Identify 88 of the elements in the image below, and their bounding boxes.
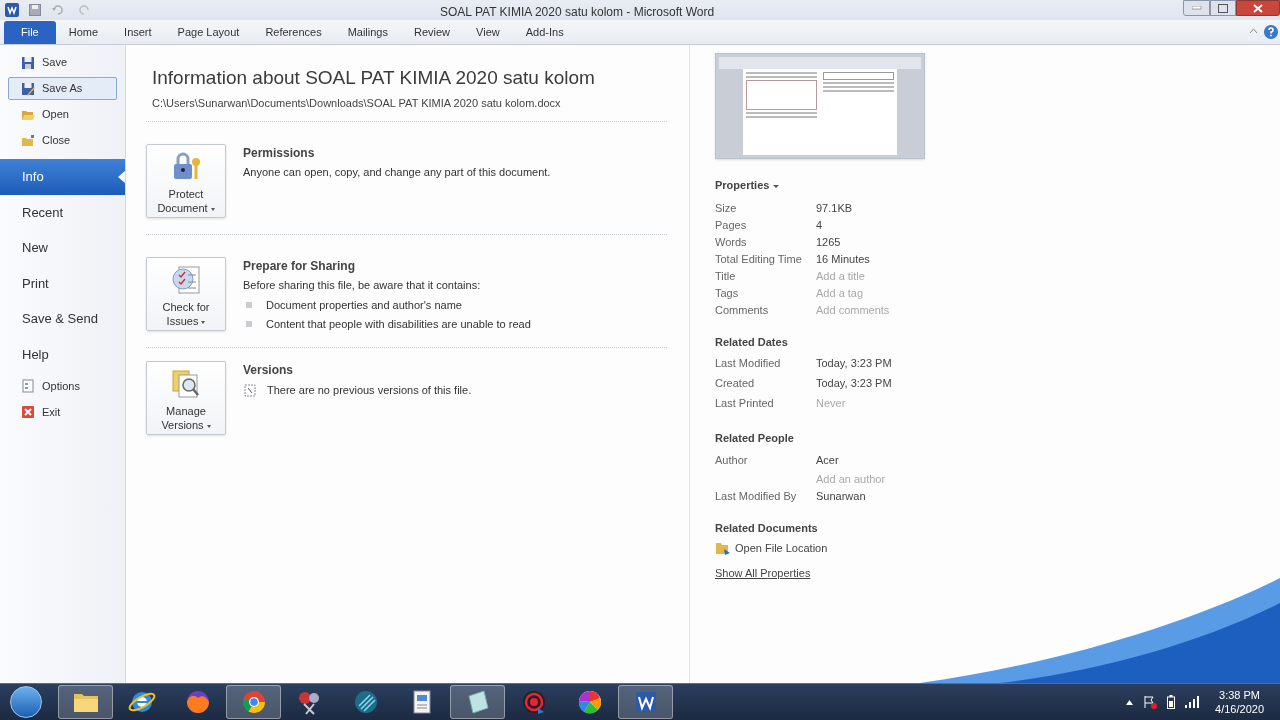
document-icon	[243, 383, 257, 397]
floppy-pencil-icon	[21, 81, 35, 96]
show-hidden-icons-icon[interactable]	[1126, 699, 1134, 705]
folder-icon	[21, 133, 35, 148]
property-value: Today, 3:23 PM	[816, 356, 892, 371]
maximize-icon	[1218, 3, 1228, 13]
word-app-icon[interactable]	[5, 3, 19, 17]
bullet-icon	[246, 321, 252, 328]
menu-item[interactable]: Save As	[8, 77, 117, 100]
menu-item[interactable]: Help	[0, 336, 125, 373]
property-label: Last Modified By	[715, 488, 798, 504]
property-value: Today, 3:23 PM	[816, 376, 892, 391]
info-heading: Information about SOAL PAT KIMIA 2020 satu kolom	[152, 66, 596, 90]
menu-item[interactable]: Open	[8, 103, 117, 126]
menu-item[interactable]: Info	[0, 159, 125, 195]
ribbon-tab[interactable]: Page Layout	[164, 21, 253, 44]
close-icon	[1253, 3, 1263, 13]
minimize-icon	[1191, 6, 1202, 10]
group-heading: Related People	[715, 431, 795, 446]
bullet-icon	[246, 301, 252, 308]
clock[interactable]: 3:38 PM 4/16/2020	[1215, 688, 1264, 716]
versions-note: There are no previous versions of this file.	[267, 383, 472, 398]
bullet-text: Content that people with disabilities are unable to read	[266, 317, 531, 332]
section-title: Versions	[243, 362, 295, 379]
start-button[interactable]	[10, 686, 42, 718]
property-value: Sunarwan	[816, 488, 866, 504]
property-label: Comments	[715, 302, 770, 318]
menu-item[interactable]: Save & Send	[0, 301, 125, 337]
document-icon	[21, 379, 35, 394]
document-thumbnail[interactable]	[715, 53, 925, 159]
close-button[interactable]	[1236, 0, 1280, 16]
help-icon[interactable]	[1264, 25, 1278, 39]
property-label: Words	[715, 234, 748, 250]
menu-item[interactable]: Close	[8, 129, 117, 152]
ribbon-tab[interactable]: Add-Ins	[512, 21, 577, 44]
bullet-text: Document properties and author's name	[266, 297, 462, 313]
documents-magnifier-icon	[170, 368, 202, 400]
ribbon-tab[interactable]: Home	[55, 21, 112, 44]
property-label: Last Printed	[715, 396, 775, 411]
ribbon-tab[interactable]: File	[4, 21, 56, 44]
group-heading: Related Documents	[715, 520, 819, 536]
ribbon-tab[interactable]: View	[463, 21, 513, 44]
property-label: Total Editing Time	[715, 251, 803, 267]
info-action-button[interactable]: Check for Issues	[146, 257, 226, 331]
section-text: Anyone can open, copy, and change any part of this document.	[243, 165, 551, 180]
menu-item[interactable]: New	[0, 230, 125, 266]
ribbon-tab[interactable]: Mailings	[334, 21, 401, 44]
save-icon[interactable]	[29, 4, 41, 16]
ribbon-tab[interactable]: Insert	[111, 21, 165, 44]
property-label: Pages	[715, 217, 748, 233]
close-icon	[21, 405, 35, 420]
property-label: Author	[715, 452, 749, 468]
collapse-ribbon-icon[interactable]	[1249, 28, 1258, 34]
info-action-button[interactable]: Manage Versions	[146, 361, 226, 435]
folder-arrow-icon	[715, 540, 731, 557]
info-action-button[interactable]: Protect Document	[146, 144, 226, 218]
group-heading: Related Dates	[715, 334, 789, 350]
menu-item[interactable]: Print	[0, 265, 125, 302]
taskbar-button[interactable]	[618, 685, 673, 719]
property-value: Acer	[816, 452, 840, 468]
menu-item[interactable]: Save	[8, 51, 117, 74]
menu-item[interactable]: Options	[8, 374, 117, 398]
file-path: C:\Users\Sunarwan\Documents\Downloads\SOAL PAT KIMIA 2020 satu kolom.docx	[152, 95, 562, 111]
maximize-button[interactable]	[1210, 0, 1236, 16]
window-title: SOAL PAT KIMIA 2020 satu kolom - Microsoft Word	[440, 4, 715, 21]
show-all-properties-link[interactable]: Show All Properties	[715, 564, 811, 581]
section-title: Permissions	[243, 145, 316, 162]
property-label: Last Modified	[715, 356, 782, 371]
property-label: Size	[715, 200, 738, 216]
section-text: Before sharing this file, be aware that it contains:	[243, 278, 482, 293]
property-label: Title	[715, 268, 737, 284]
properties-dropdown[interactable]: Properties	[715, 177, 780, 194]
section-title: Prepare for Sharing	[243, 258, 357, 275]
menu-item[interactable]: Exit	[8, 400, 117, 424]
property-value: 4	[816, 217, 823, 233]
property-value: 97.1KB	[816, 200, 853, 216]
property-label: Tags	[715, 285, 740, 301]
property-value: 16 Minutes	[816, 251, 870, 267]
flag-icon[interactable]	[1143, 695, 1158, 709]
menu-item[interactable]: Recent	[0, 194, 125, 231]
property-value: 1265	[816, 234, 841, 250]
ribbon-tab[interactable]: Review	[401, 21, 464, 44]
property-label: Created	[715, 376, 756, 391]
checklist-document-icon	[170, 264, 202, 296]
open-file-location-link[interactable]: Open File Location	[715, 540, 1280, 557]
ribbon-tab[interactable]: References	[252, 21, 335, 44]
signal-icon[interactable]	[1185, 696, 1200, 708]
battery-icon[interactable]	[1167, 695, 1176, 709]
